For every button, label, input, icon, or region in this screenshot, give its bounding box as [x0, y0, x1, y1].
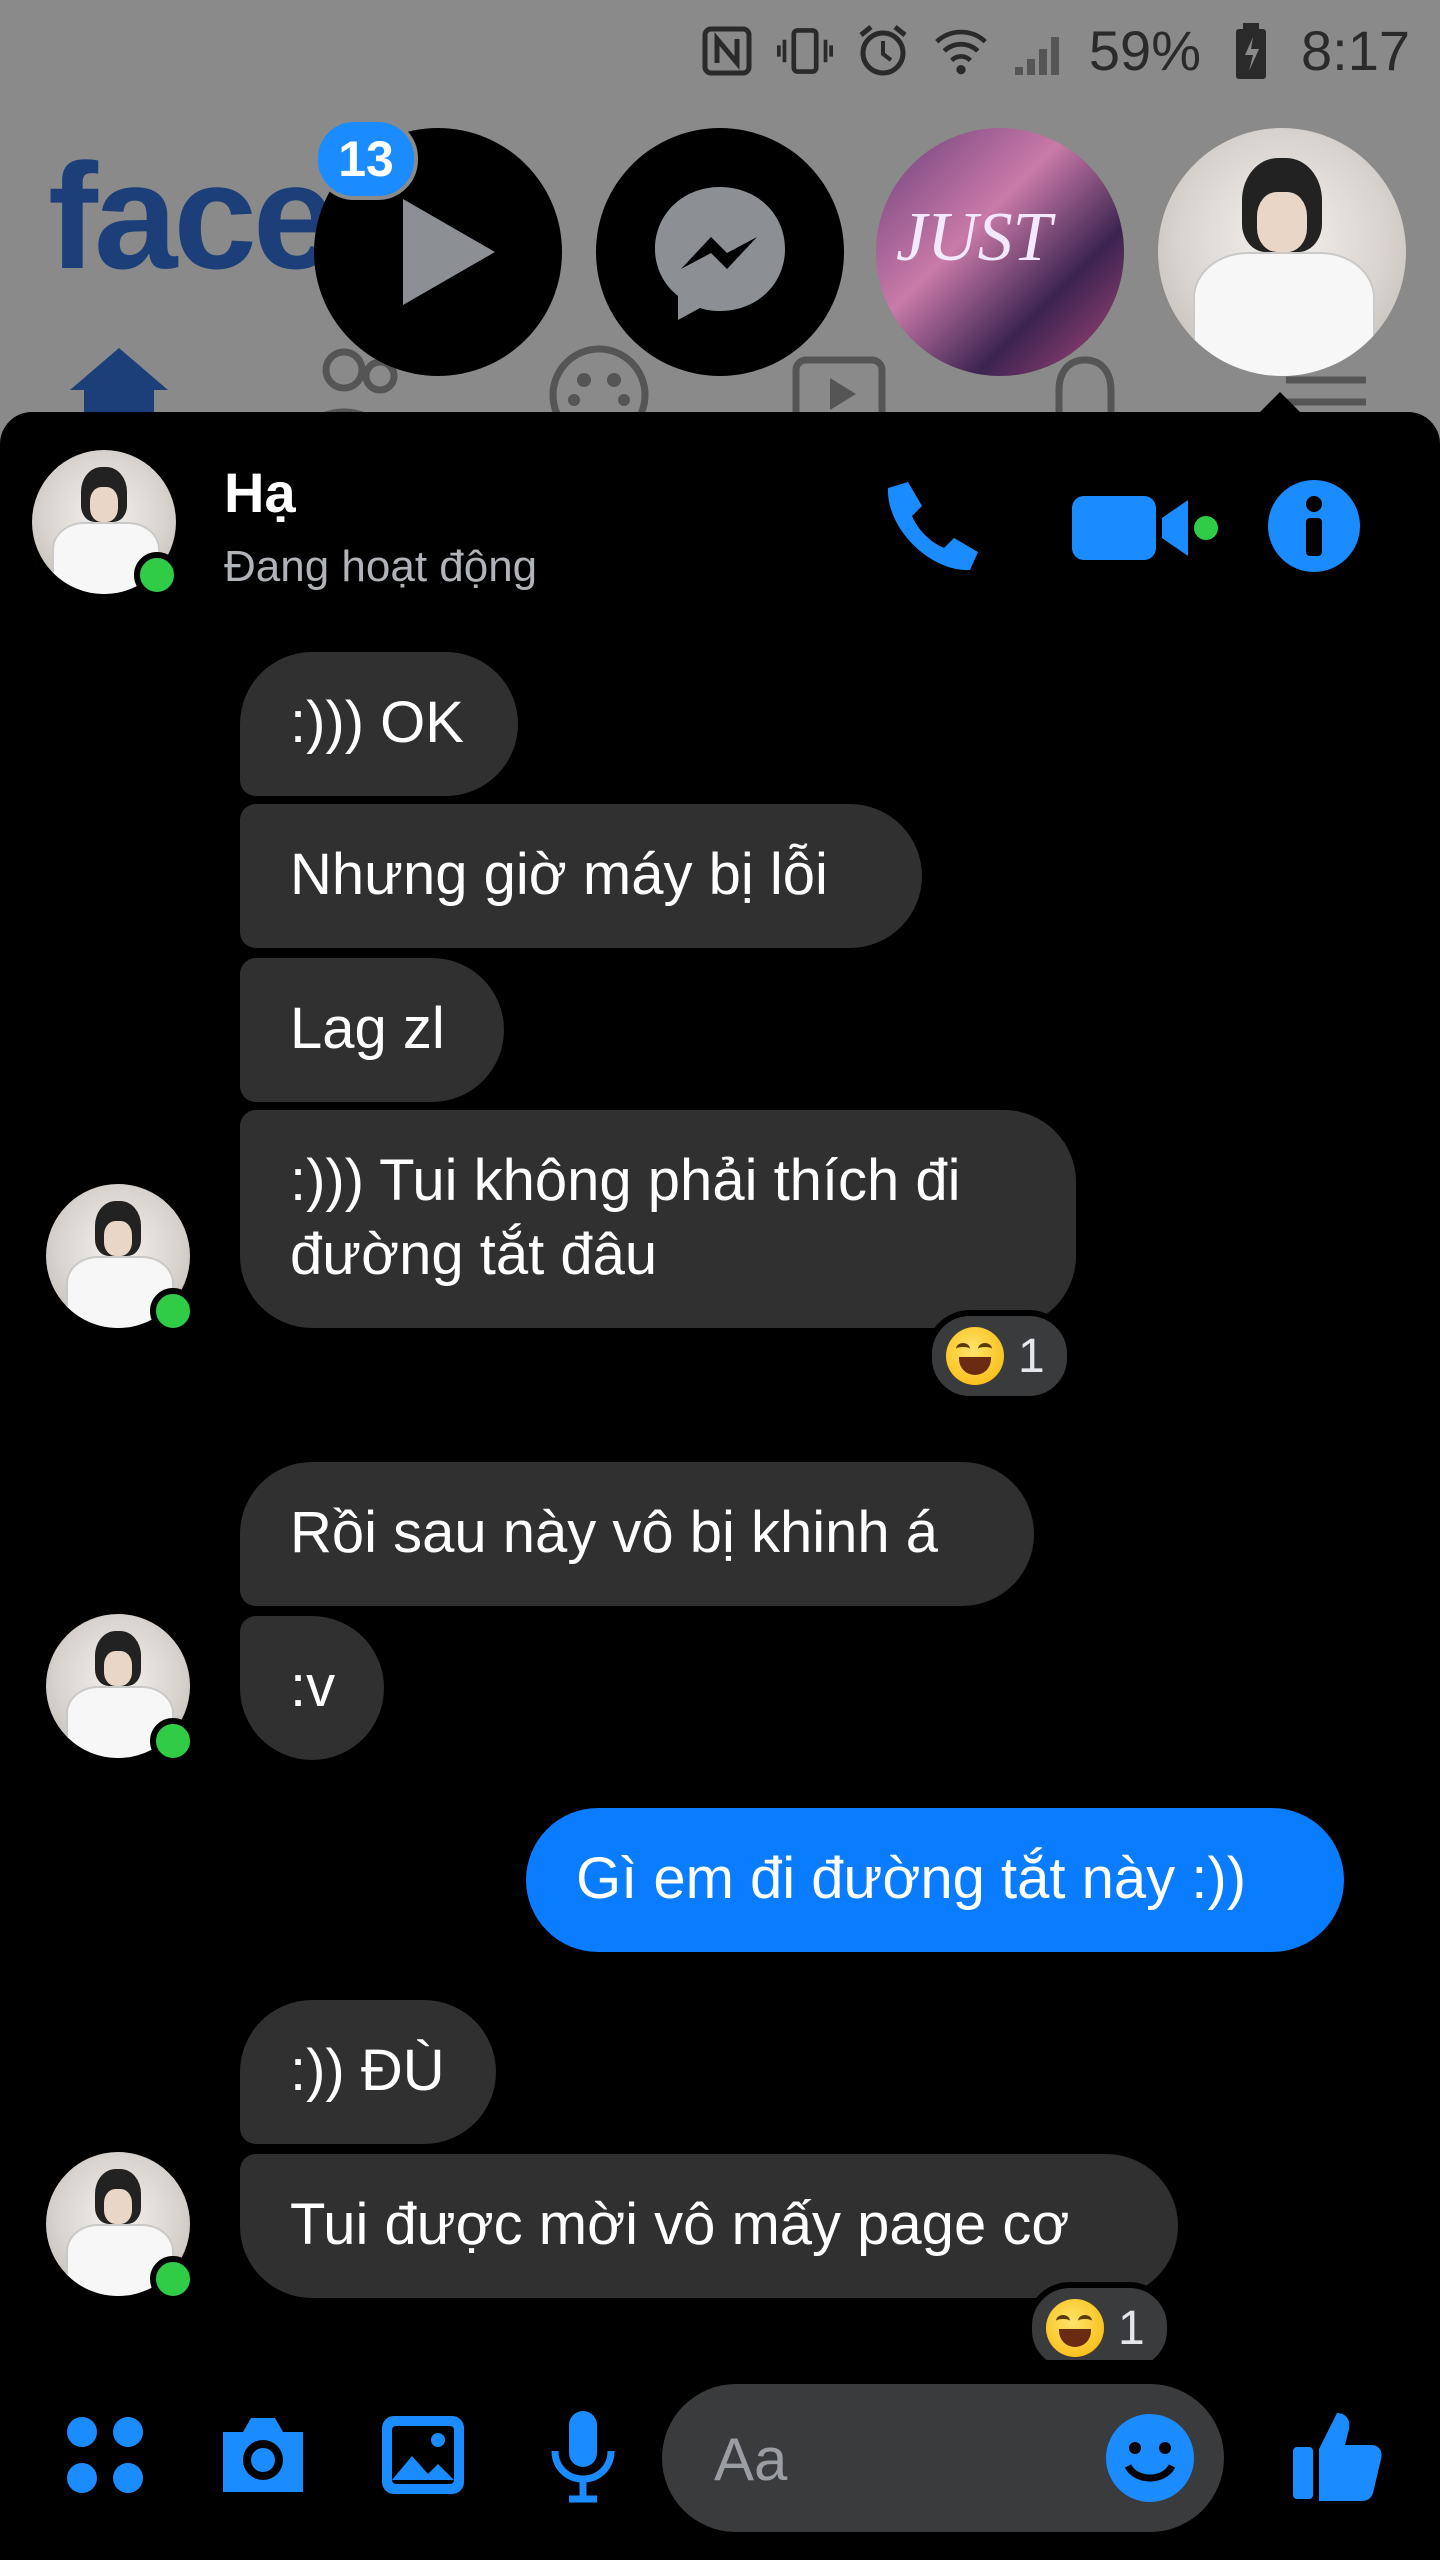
clock-time: 8:17 — [1301, 19, 1410, 82]
sender-online-indicator — [150, 2256, 196, 2302]
message-input[interactable] — [712, 2422, 1076, 2496]
video-camera-icon — [1072, 496, 1218, 560]
sender-online-indicator — [150, 1288, 196, 1334]
battery-icon — [1223, 22, 1279, 79]
message-composer[interactable] — [662, 2384, 1224, 2532]
info-button[interactable] — [1266, 478, 1362, 574]
chathead-unread-badge: 13 — [314, 118, 418, 200]
wifi-icon — [933, 23, 989, 79]
thumbs-up-icon — [1293, 2413, 1382, 2501]
chathead-ha-avatar[interactable] — [1158, 128, 1406, 376]
battery-percent: 59% — [1088, 19, 1201, 82]
camera-button[interactable] — [208, 2400, 318, 2510]
message-bubble[interactable]: :v — [240, 1616, 384, 1760]
header-online-indicator — [134, 552, 180, 598]
message-bubble-multiline[interactable]: :))) Tui không phải thích đi đường tắt đ… — [240, 1110, 1076, 1328]
sender-online-indicator — [150, 1718, 196, 1764]
gallery-button[interactable] — [368, 2400, 478, 2510]
message-bubble[interactable]: Lag zl — [240, 958, 504, 1102]
message-line: :))) Tui không phải thích đi — [290, 1148, 961, 1213]
reaction-count: 1 — [1018, 1329, 1045, 1383]
smiley-icon — [1106, 2414, 1194, 2502]
laughing-emoji-icon — [946, 1327, 1004, 1385]
video-call-button[interactable] — [1070, 488, 1220, 568]
microphone-icon — [551, 2411, 615, 2503]
status-bar: 59% 8:17 — [0, 0, 1440, 110]
contact-status: Đang hoạt động — [224, 542, 538, 591]
signal-icon — [1011, 23, 1067, 79]
phone-icon — [887, 482, 978, 571]
message-bubble[interactable]: :))) OK — [240, 652, 518, 796]
contact-name[interactable]: Hạ — [224, 460, 296, 525]
message-bubble[interactable]: Tui được mời vô mấy page cơ — [240, 2154, 1178, 2298]
chathead-anime-thumbnail[interactable]: JUST — [876, 128, 1124, 376]
laughing-emoji-icon — [1046, 2299, 1104, 2357]
nfc-icon — [699, 23, 755, 79]
message-reaction[interactable]: 1 — [926, 1310, 1073, 1402]
reaction-count: 1 — [1118, 2301, 1145, 2355]
anime-thumbnail-text: JUST — [896, 199, 1052, 276]
vibrate-icon — [776, 23, 833, 79]
status-icons: 59% 8:17 — [699, 18, 1410, 83]
like-button[interactable] — [1282, 2400, 1392, 2510]
message-line: đường tắt đâu — [290, 1222, 658, 1287]
chathead-messenger[interactable] — [596, 128, 844, 376]
message-bubble[interactable]: Rồi sau này vô bị khinh á — [240, 1462, 1034, 1606]
message-bubble[interactable]: Nhưng giờ máy bị lỗi — [240, 804, 922, 948]
image-icon — [382, 2416, 464, 2494]
info-icon — [1268, 480, 1360, 572]
emoji-picker-button[interactable] — [1104, 2412, 1196, 2504]
voice-record-button[interactable] — [528, 2400, 638, 2510]
outgoing-message-bubble[interactable]: Gì em đi đường tắt này :)) — [526, 1808, 1344, 1952]
voice-call-button[interactable] — [880, 474, 984, 578]
alarm-icon — [855, 23, 911, 79]
more-actions-button[interactable] — [50, 2400, 160, 2510]
camera-icon — [223, 2418, 303, 2492]
message-bubble[interactable]: :)) ĐÙ — [240, 2000, 496, 2144]
four-dots-icon — [67, 2417, 143, 2493]
